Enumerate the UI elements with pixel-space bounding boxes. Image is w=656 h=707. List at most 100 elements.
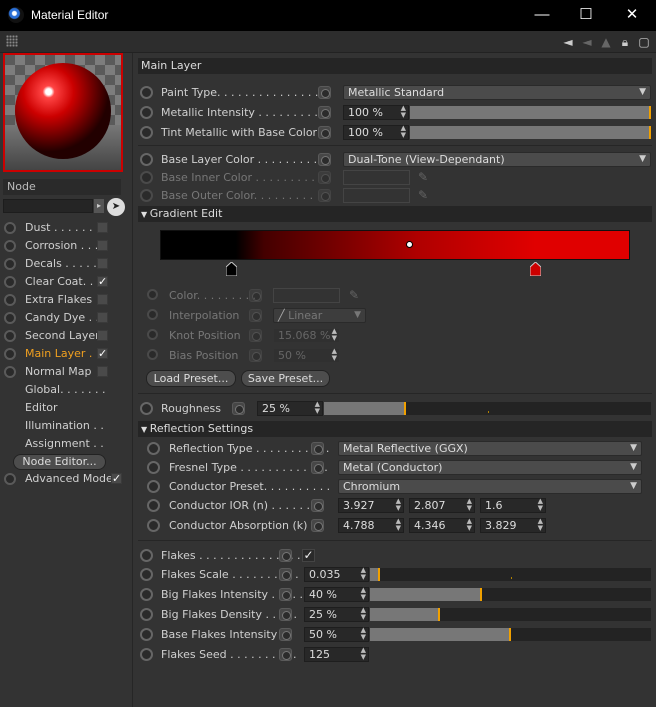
- param-bullet-icon[interactable]: [147, 461, 160, 474]
- animate-toggle-icon[interactable]: [279, 549, 292, 562]
- animate-toggle-icon[interactable]: [311, 499, 324, 512]
- conductor-ior-r-field[interactable]: 3.927 ▲ ▼: [338, 498, 404, 513]
- param-bullet-icon[interactable]: [140, 189, 153, 202]
- base-inner-color-swatch[interactable]: [343, 170, 410, 185]
- grip-handle-icon[interactable]: [6, 35, 18, 47]
- animate-toggle-icon[interactable]: [279, 588, 292, 601]
- animate-toggle-icon[interactable]: [311, 519, 324, 532]
- close-button[interactable]: ✕: [617, 5, 647, 25]
- tint-metallic-field[interactable]: 100 % ▲ ▼: [343, 125, 409, 140]
- param-bullet-icon[interactable]: [140, 86, 153, 99]
- gradient-bias-handle[interactable]: [406, 241, 413, 248]
- channel-checkbox[interactable]: [97, 330, 108, 341]
- base-flakes-intensity-field[interactable]: 50 % ▲ ▼: [304, 627, 369, 642]
- channel-checkbox[interactable]: ✓: [97, 276, 108, 287]
- bias-position-field[interactable]: 50 % ▲ ▼: [273, 348, 340, 363]
- conductor-absorption-g-field[interactable]: 4.346 ▲ ▼: [409, 518, 475, 533]
- param-bullet-icon[interactable]: [140, 126, 153, 139]
- animate-toggle-icon[interactable]: [311, 442, 324, 455]
- material-preview[interactable]: [3, 53, 123, 172]
- reflection-type-dropdown[interactable]: Metal Reflective (GGX) ▼: [338, 441, 642, 456]
- base-layer-color-dropdown[interactable]: Dual-Tone (View-Dependant) ▼: [343, 152, 651, 167]
- channel-checkbox[interactable]: [97, 240, 108, 251]
- param-bullet-icon[interactable]: [140, 628, 153, 641]
- new-window-icon[interactable]: ▢: [636, 34, 652, 50]
- metallic-intensity-slider[interactable]: [410, 106, 651, 119]
- param-bullet-icon[interactable]: [140, 153, 153, 166]
- param-bullet-icon[interactable]: [147, 519, 160, 532]
- animate-toggle-icon[interactable]: [249, 349, 262, 362]
- load-preset-button[interactable]: Load Preset...: [146, 370, 236, 387]
- param-bullet-icon[interactable]: [140, 402, 153, 415]
- param-bullet-icon[interactable]: [140, 106, 153, 119]
- param-bullet-icon[interactable]: [147, 289, 158, 300]
- param-bullet-icon[interactable]: [147, 329, 158, 340]
- reflection-settings-header[interactable]: ▼ Reflection Settings: [138, 421, 652, 437]
- node-search-field[interactable]: [3, 199, 93, 213]
- animate-toggle-icon[interactable]: [279, 568, 292, 581]
- channel-clear-coat[interactable]: Clear Coat. . ✓: [0, 273, 133, 291]
- animate-toggle-icon[interactable]: [318, 106, 331, 119]
- roughness-slider[interactable]: [324, 402, 651, 415]
- conductor-absorption-r-field[interactable]: 4.788 ▲ ▼: [338, 518, 404, 533]
- tint-metallic-slider[interactable]: [410, 126, 651, 139]
- navigate-back-icon[interactable]: ◄: [560, 34, 576, 50]
- flakes-seed-field[interactable]: 125 ▲ ▼: [304, 647, 369, 662]
- node-editor-button[interactable]: Node Editor...: [13, 454, 106, 470]
- gradient-bar[interactable]: [160, 230, 630, 260]
- big-flakes-density-slider[interactable]: [370, 608, 651, 621]
- channel-global[interactable]: Global. . . . . . .: [0, 381, 133, 399]
- minimize-button[interactable]: —: [527, 5, 557, 25]
- channel-main-layer[interactable]: Main Layer . . ✓: [0, 345, 133, 363]
- channel-extra-flakes[interactable]: Extra Flakes: [0, 291, 133, 309]
- color-picker-icon[interactable]: ✎: [347, 288, 361, 302]
- conductor-absorption-b-field[interactable]: 3.829 ▲ ▼: [480, 518, 546, 533]
- param-bullet-icon[interactable]: [140, 588, 153, 601]
- save-preset-button[interactable]: Save Preset...: [241, 370, 330, 387]
- gradient-knot-red[interactable]: [530, 262, 541, 276]
- maximize-button[interactable]: ☐: [571, 5, 601, 25]
- animate-toggle-icon[interactable]: [249, 309, 262, 322]
- advanced-mode-checkbox[interactable]: ✓: [111, 473, 122, 484]
- animate-toggle-icon[interactable]: [279, 608, 292, 621]
- animate-toggle-icon[interactable]: [318, 189, 331, 202]
- animate-toggle-icon[interactable]: [318, 171, 331, 184]
- base-outer-color-swatch[interactable]: [343, 188, 410, 203]
- knot-color-swatch[interactable]: [273, 288, 340, 303]
- channel-decals[interactable]: Decals . . . . . .: [0, 255, 133, 273]
- animate-toggle-icon[interactable]: [249, 289, 262, 302]
- lock-icon[interactable]: 🔒︎: [617, 34, 633, 50]
- animate-toggle-icon[interactable]: [279, 628, 292, 641]
- gradient-edit-header[interactable]: ▼ Gradient Edit: [138, 206, 652, 222]
- channel-checkbox[interactable]: [97, 312, 108, 323]
- flakes-scale-field[interactable]: 0.035 ▲ ▼: [304, 567, 369, 582]
- param-bullet-icon[interactable]: [147, 349, 158, 360]
- param-bullet-icon[interactable]: [140, 171, 153, 184]
- animate-toggle-icon[interactable]: [232, 402, 245, 415]
- channel-checkbox[interactable]: [97, 222, 108, 233]
- base-flakes-intensity-slider[interactable]: [370, 628, 651, 641]
- param-bullet-icon[interactable]: [140, 608, 153, 621]
- channel-checkbox[interactable]: [97, 366, 108, 377]
- param-bullet-icon[interactable]: [147, 499, 160, 512]
- animate-toggle-icon[interactable]: [249, 329, 262, 342]
- big-flakes-intensity-field[interactable]: 40 % ▲ ▼: [304, 587, 369, 602]
- flakes-checkbox[interactable]: ✓: [302, 549, 315, 562]
- channel-dust[interactable]: Dust . . . . . . .: [0, 219, 133, 237]
- animate-toggle-icon[interactable]: [318, 86, 331, 99]
- conductor-ior-b-field[interactable]: 1.6 ▲ ▼: [480, 498, 546, 513]
- metallic-intensity-field[interactable]: 100 % ▲ ▼: [343, 105, 409, 120]
- channel-candy-dye[interactable]: Candy Dye . . .: [0, 309, 133, 327]
- color-picker-icon[interactable]: ✎: [416, 188, 430, 202]
- arrow-up-icon[interactable]: ▲: [598, 34, 614, 50]
- flakes-scale-slider[interactable]: [370, 568, 651, 581]
- channel-checkbox[interactable]: [97, 258, 108, 269]
- channel-checkbox[interactable]: ✓: [97, 348, 108, 359]
- param-bullet-icon[interactable]: [147, 309, 158, 320]
- navigate-forward-icon[interactable]: ◄: [579, 34, 595, 50]
- color-picker-icon[interactable]: ✎: [416, 170, 430, 184]
- conductor-preset-dropdown[interactable]: Chromium ▼: [338, 479, 642, 494]
- param-bullet-icon[interactable]: [147, 480, 160, 493]
- knot-position-field[interactable]: 15.068 % ▲ ▼: [273, 328, 340, 343]
- channel-normal-map[interactable]: Normal Map: [0, 363, 133, 381]
